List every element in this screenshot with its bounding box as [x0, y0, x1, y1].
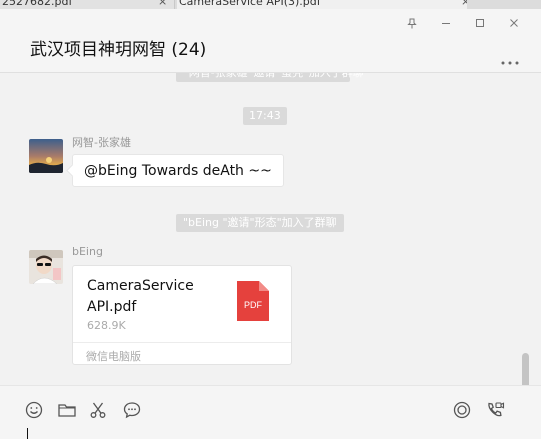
- maximize-icon[interactable]: [471, 15, 489, 31]
- pin-icon[interactable]: [403, 15, 421, 31]
- system-notice: “网智-张家雄”邀请“蛋壳”加入了群聊: [176, 73, 364, 82]
- pdf-badge-label: PDF: [244, 300, 263, 310]
- close-icon[interactable]: [505, 15, 523, 31]
- system-notice: "bEing "邀请"形态"加入了群聊: [176, 214, 344, 232]
- file-card-footer: 微信电脑版: [73, 342, 291, 365]
- file-message-card[interactable]: CameraService API.pdf 628.9K PDF 微信电脑版: [72, 265, 292, 365]
- browser-tab-close-icon[interactable]: ×: [158, 0, 167, 8]
- chat-history-icon[interactable]: [122, 400, 142, 420]
- scissors-icon[interactable]: [88, 400, 108, 420]
- timestamp: 17:43: [243, 107, 287, 125]
- pdf-file-icon: PDF: [237, 281, 269, 321]
- browser-tab-close-icon[interactable]: ×: [461, 0, 467, 8]
- file-name: CameraService API.pdf: [87, 278, 194, 315]
- avatar[interactable]: [29, 250, 63, 284]
- chat-window: 武汉项目神玥网智 (24) “网智-张家雄”邀请“蛋壳”加入了群聊 17:43: [0, 9, 541, 439]
- browser-tab-bar: 2527682.pdf × CameraService API(3).pdf ×: [0, 0, 541, 9]
- chat-header: 武汉项目神玥网智 (24): [0, 9, 541, 73]
- emoji-icon[interactable]: [24, 400, 44, 420]
- minimize-icon[interactable]: [437, 15, 455, 31]
- message-list[interactable]: “网智-张家雄”邀请“蛋壳”加入了群聊 17:43 网智-张家雄 @bEing …: [0, 73, 541, 385]
- chat-title: 武汉项目神玥网智 (24): [30, 40, 207, 60]
- browser-tab-label: 2527682.pdf: [2, 0, 73, 8]
- file-size: 628.9K: [87, 319, 126, 332]
- message-bubble[interactable]: @bEing Towards deAth ~~: [72, 154, 284, 187]
- avatar[interactable]: [29, 139, 63, 173]
- sender-name: 网智-张家雄: [72, 136, 131, 149]
- browser-tab-pdf-2[interactable]: CameraService API(3).pdf ×: [177, 0, 467, 9]
- folder-icon[interactable]: [57, 400, 77, 420]
- video-call-icon[interactable]: [485, 400, 505, 420]
- input-caret[interactable]: [27, 428, 28, 439]
- more-icon[interactable]: [500, 51, 520, 65]
- browser-tab-pdf-1[interactable]: 2527682.pdf ×: [0, 0, 175, 9]
- sender-name: bEing: [72, 245, 103, 258]
- input-toolbar: [0, 385, 541, 439]
- scrollbar-thumb[interactable]: [522, 353, 529, 385]
- live-icon[interactable]: [452, 400, 472, 420]
- file-source: 微信电脑版: [86, 350, 141, 363]
- browser-tab-label: CameraService API(3).pdf: [179, 0, 321, 8]
